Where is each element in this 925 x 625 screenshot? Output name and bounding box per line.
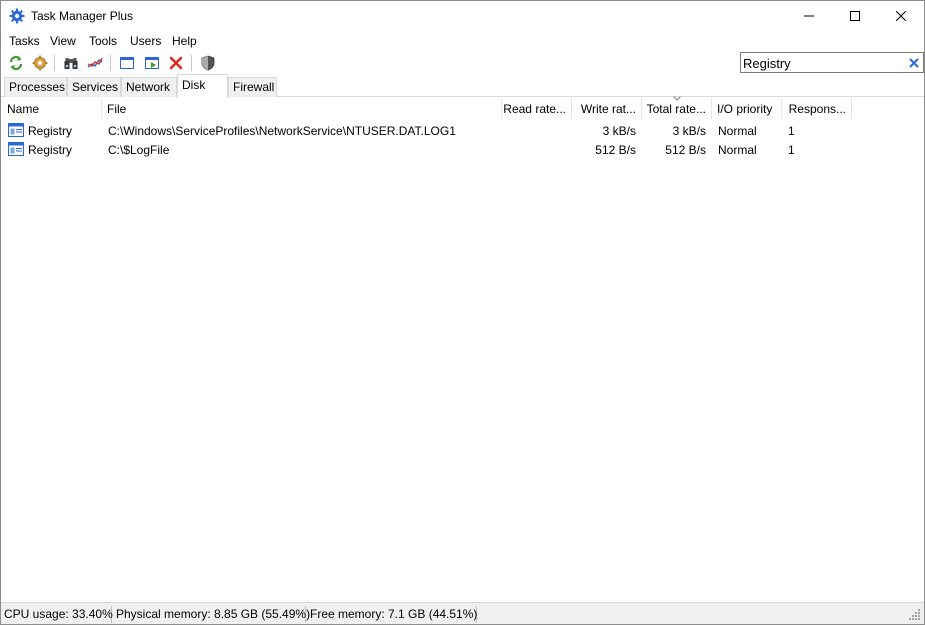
resize-grip-icon[interactable] bbox=[909, 608, 921, 620]
toolbar-separator bbox=[54, 55, 55, 71]
graph-icon bbox=[87, 57, 103, 68]
close-button[interactable] bbox=[878, 1, 924, 31]
column-header-io-priority[interactable]: I/O priority bbox=[712, 98, 782, 119]
column-header-name[interactable]: Name bbox=[1, 98, 102, 119]
close-icon bbox=[896, 11, 906, 21]
run-icon bbox=[145, 57, 159, 69]
column-header-write-rate[interactable]: Write rat... bbox=[572, 98, 642, 119]
row-total-rate: 512 B/s bbox=[665, 143, 706, 157]
graph-button[interactable] bbox=[85, 54, 105, 72]
tab-processes[interactable]: Processes bbox=[4, 77, 67, 97]
process-window-icon bbox=[8, 123, 24, 137]
row-io-priority: Normal bbox=[718, 124, 757, 138]
process-window-icon bbox=[8, 142, 24, 156]
row-name: Registry bbox=[28, 124, 73, 138]
settings-button[interactable] bbox=[30, 54, 50, 72]
find-icon bbox=[64, 58, 78, 69]
status-cpu-usage: CPU usage: 33.40% bbox=[1, 606, 113, 623]
row-write-rate: 512 B/s bbox=[595, 143, 636, 157]
run-button[interactable] bbox=[142, 54, 162, 72]
table-row[interactable]: Registry C:\Windows\ServiceProfiles\Netw… bbox=[1, 121, 924, 140]
tab-network[interactable]: Network bbox=[121, 77, 177, 97]
tab-strip: Processes Services Network Disk Firewall bbox=[1, 74, 924, 98]
search-input[interactable] bbox=[743, 55, 903, 71]
row-file: C:\$LogFile bbox=[108, 143, 170, 157]
column-header-read-rate[interactable]: Read rate... bbox=[502, 98, 572, 119]
menu-view[interactable]: View bbox=[50, 34, 76, 48]
row-name: Registry bbox=[28, 143, 73, 157]
maximize-icon bbox=[850, 11, 860, 21]
app-gear-icon bbox=[9, 8, 25, 24]
menu-bar: Tasks View Tools Users Help bbox=[1, 32, 924, 51]
menu-tasks[interactable]: Tasks bbox=[9, 34, 40, 48]
menu-users[interactable]: Users bbox=[130, 34, 161, 48]
refresh-icon bbox=[9, 55, 23, 71]
status-free-memory: Free memory: 7.1 GB (44.51%) bbox=[307, 606, 477, 623]
menu-tools[interactable]: Tools bbox=[89, 34, 117, 48]
shield-icon bbox=[201, 55, 215, 71]
tab-disk[interactable]: Disk bbox=[177, 74, 228, 98]
toolbar-separator bbox=[191, 55, 192, 71]
menu-help[interactable]: Help bbox=[172, 34, 197, 48]
terminate-icon bbox=[169, 56, 183, 70]
tab-services[interactable]: Services bbox=[67, 77, 121, 97]
sort-descending-icon bbox=[673, 96, 681, 101]
window-button[interactable] bbox=[117, 54, 137, 72]
column-header-response[interactable]: Respons... bbox=[782, 98, 852, 119]
refresh-button[interactable] bbox=[6, 54, 26, 72]
row-io-priority: Normal bbox=[718, 143, 757, 157]
row-response: 1 bbox=[788, 143, 795, 157]
column-header-total-rate[interactable]: Total rate... bbox=[642, 98, 712, 119]
find-button[interactable] bbox=[61, 54, 81, 72]
close-icon[interactable] bbox=[907, 56, 921, 70]
table-row[interactable]: Registry C:\$LogFile 512 B/s 512 B/s Nor… bbox=[1, 140, 924, 159]
row-response: 1 bbox=[788, 124, 795, 138]
row-file: C:\Windows\ServiceProfiles\NetworkServic… bbox=[108, 124, 456, 138]
column-header-file[interactable]: File bbox=[102, 98, 502, 119]
task-manager-window: Task Manager Plus Tasks View Tools Users… bbox=[0, 0, 925, 625]
minimize-icon bbox=[804, 15, 814, 17]
window-icon bbox=[120, 57, 134, 69]
minimize-button[interactable] bbox=[786, 1, 832, 31]
title-bar: Task Manager Plus bbox=[1, 1, 924, 31]
search-box bbox=[740, 52, 924, 73]
list-header: Name File Read rate... Write rat... Tota… bbox=[1, 98, 924, 119]
toolbar-separator bbox=[110, 55, 111, 71]
tab-firewall[interactable]: Firewall bbox=[228, 77, 277, 97]
status-physical-memory: Physical memory: 8.85 GB (55.49%) bbox=[113, 606, 310, 623]
maximize-button[interactable] bbox=[832, 1, 878, 31]
terminate-button[interactable] bbox=[166, 54, 186, 72]
settings-icon bbox=[32, 55, 48, 71]
security-button[interactable] bbox=[198, 54, 218, 72]
row-total-rate: 3 kB/s bbox=[672, 124, 706, 138]
status-bar: CPU usage: 33.40% Physical memory: 8.85 … bbox=[1, 602, 924, 624]
row-write-rate: 3 kB/s bbox=[602, 124, 636, 138]
window-title: Task Manager Plus bbox=[31, 9, 134, 23]
